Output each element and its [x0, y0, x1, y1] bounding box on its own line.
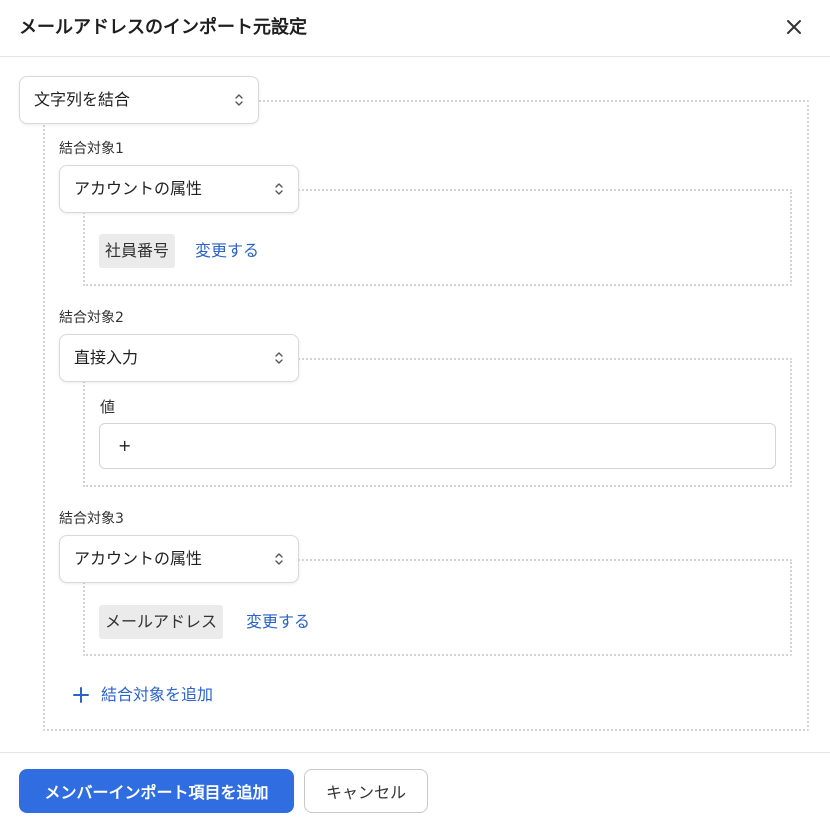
- value-input[interactable]: +: [99, 423, 776, 469]
- target-3-attribute-chip: メールアドレス: [99, 605, 224, 639]
- cancel-button[interactable]: キャンセル: [304, 769, 428, 813]
- target-3-source-value: アカウントの属性: [74, 549, 203, 568]
- target-1-change-link[interactable]: 変更する: [195, 234, 259, 268]
- method-select[interactable]: 文字列を結合: [19, 76, 259, 124]
- plus-icon: [73, 687, 89, 703]
- target-2-label: 結合対象2: [59, 310, 124, 326]
- target-1-source-value: アカウントの属性: [74, 179, 203, 198]
- chevron-updown-icon: [275, 352, 283, 364]
- target-1-label: 結合対象1: [59, 141, 124, 157]
- add-import-item-button[interactable]: メンバーインポート項目を追加: [19, 769, 294, 813]
- target-1-source-select[interactable]: アカウントの属性: [59, 165, 299, 213]
- target-3-change-link[interactable]: 変更する: [246, 605, 310, 639]
- target-2-source-select[interactable]: 直接入力: [59, 334, 299, 382]
- target-2-source-value: 直接入力: [74, 348, 139, 367]
- close-icon[interactable]: [782, 15, 806, 39]
- chevron-updown-icon: [275, 183, 283, 195]
- method-select-value: 文字列を結合: [34, 90, 131, 109]
- target-3-source-select[interactable]: アカウントの属性: [59, 535, 299, 583]
- dialog-header: メールアドレスのインポート元設定: [0, 0, 830, 57]
- target-3-label: 結合対象3: [59, 511, 124, 527]
- target-1-attribute-chip: 社員番号: [99, 234, 176, 268]
- add-target-label: 結合対象を追加: [101, 685, 214, 704]
- value-field-label: 値: [100, 398, 116, 416]
- chevron-updown-icon: [275, 553, 283, 565]
- chevron-updown-icon: [235, 94, 243, 106]
- dialog-title: メールアドレスのインポート元設定: [19, 17, 307, 38]
